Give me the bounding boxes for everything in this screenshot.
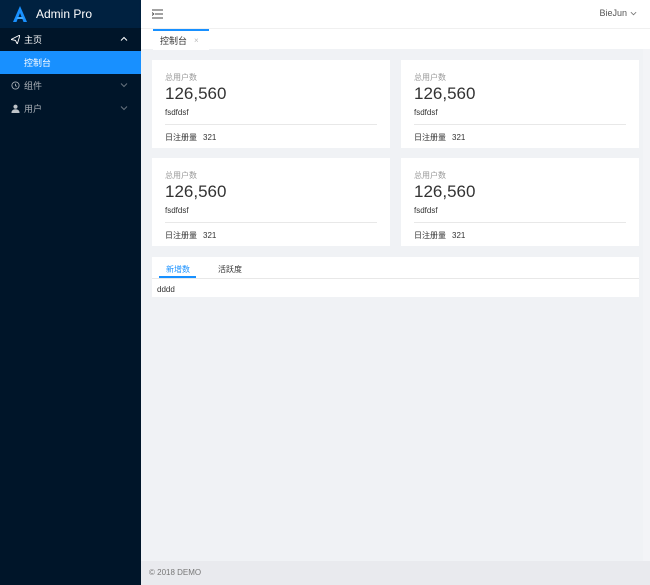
close-icon[interactable]: × (194, 36, 199, 45)
chevron-down-icon (120, 106, 128, 111)
user-name: BieJun (599, 8, 627, 18)
sidebar-item-users[interactable]: 用户 (0, 97, 141, 120)
stat-footer: 日注册量 321 (165, 132, 216, 143)
tab-dashboard[interactable]: 控制台 × (153, 29, 209, 50)
sidebar-item-label: 组件 (24, 81, 43, 91)
app-title: Admin Pro (36, 7, 93, 21)
sidebar-item-dashboard[interactable]: 控制台 (0, 51, 141, 74)
tab-new-count[interactable]: 新增数 (166, 264, 190, 275)
stat-card: 总用户数 126,560 fsdfdsf 日注册量 321 (401, 60, 639, 148)
page-tabbar: 控制台 × (141, 28, 650, 50)
stat-label: 总用户数 (165, 171, 197, 180)
stat-footer-value: 321 (452, 231, 466, 240)
stat-footer-label: 日注册量 (165, 231, 197, 240)
stat-value: 126,560 (414, 182, 476, 201)
stat-footer-label: 日注册量 (414, 133, 446, 142)
stat-subtext: fsdfdsf (165, 108, 189, 117)
divider (414, 124, 626, 125)
sidebar-item-components[interactable]: 组件 (0, 74, 141, 97)
user-menu[interactable]: BieJun (599, 8, 637, 18)
stat-card: 总用户数 126,560 fsdfdsf 日注册量 321 (152, 158, 390, 246)
stat-card: 总用户数 126,560 fsdfdsf 日注册量 321 (401, 158, 639, 246)
stat-footer-value: 321 (203, 231, 217, 240)
chevron-up-icon (120, 36, 128, 41)
tab-label: 控制台 (160, 36, 188, 46)
stat-value: 126,560 (165, 182, 227, 201)
paper-plane-icon (10, 35, 20, 45)
page-footer: © 2018 DEMO (141, 561, 650, 585)
stat-value: 126,560 (414, 84, 476, 103)
divider (165, 124, 377, 125)
stat-footer-value: 321 (452, 133, 466, 142)
copyright-text: © 2018 DEMO (149, 568, 202, 577)
sidebar-item-home[interactable]: 主页 (0, 28, 141, 51)
logo-icon (13, 6, 27, 22)
tab-divider (152, 278, 639, 279)
scrollbar-track[interactable] (643, 49, 650, 561)
stat-subtext: fsdfdsf (414, 108, 438, 117)
stat-footer: 日注册量 321 (165, 230, 216, 241)
tab-content: dddd (157, 285, 175, 294)
sidebar: Admin Pro 主页 控制台 组件 用户 (0, 0, 141, 585)
logo[interactable]: Admin Pro (0, 0, 141, 28)
menu-fold-icon[interactable] (152, 9, 163, 19)
sidebar-item-label: 控制台 (24, 58, 52, 68)
stat-footer-label: 日注册量 (414, 231, 446, 240)
stat-footer: 日注册量 321 (414, 230, 465, 241)
sidebar-item-label: 主页 (24, 35, 43, 45)
stat-label: 总用户数 (414, 73, 446, 82)
stat-value: 126,560 (165, 84, 227, 103)
stat-subtext: fsdfdsf (414, 206, 438, 215)
clock-circle-icon (10, 81, 20, 91)
divider (165, 222, 377, 223)
stat-footer-label: 日注册量 (165, 133, 197, 142)
stat-subtext: fsdfdsf (165, 206, 189, 215)
divider (414, 222, 626, 223)
stat-footer: 日注册量 321 (414, 132, 465, 143)
stat-card: 总用户数 126,560 fsdfdsf 日注册量 321 (152, 60, 390, 148)
sidebar-item-label: 用户 (24, 104, 43, 114)
stat-footer-value: 321 (203, 133, 217, 142)
trend-tabs-panel: 新增数 活跃度 dddd (152, 257, 639, 297)
top-header: BieJun (141, 0, 650, 28)
tab-activity[interactable]: 活跃度 (218, 264, 242, 275)
stat-label: 总用户数 (165, 73, 197, 82)
user-icon (10, 104, 20, 114)
submenu-home: 控制台 (0, 51, 141, 74)
chevron-down-icon (630, 11, 637, 15)
stat-label: 总用户数 (414, 171, 446, 180)
chevron-down-icon (120, 83, 128, 88)
